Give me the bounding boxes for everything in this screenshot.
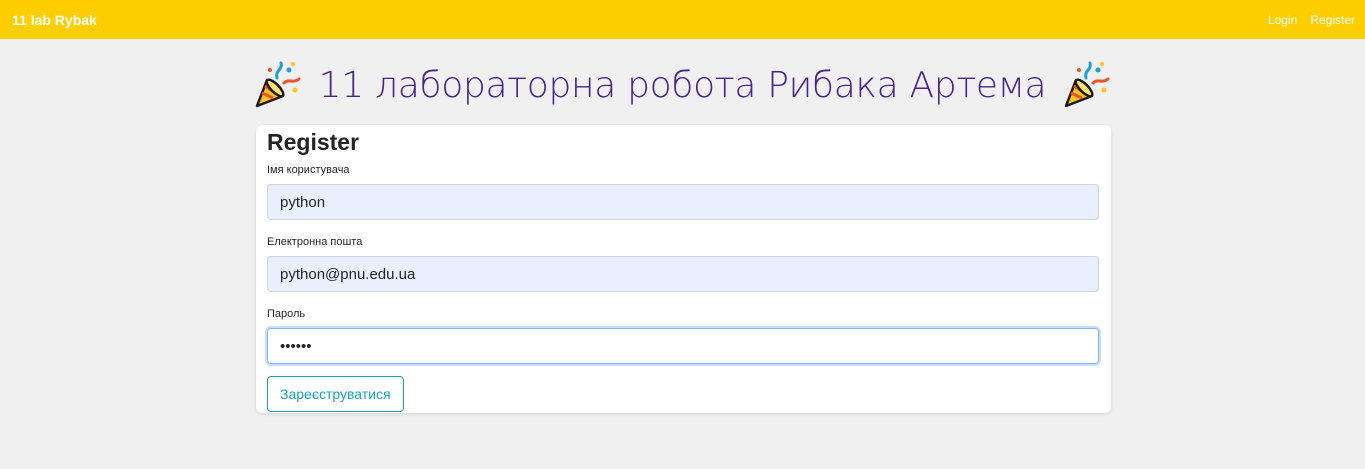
party-popper-icon [1065, 61, 1110, 108]
page-title: 11 лабораторна робота Рибака Артема [318, 64, 1047, 106]
nav-link-login[interactable]: Login [1268, 13, 1297, 27]
party-popper-icon [255, 61, 301, 108]
register-card: Register Імя користувача python Електрон… [256, 125, 1111, 413]
username-input[interactable]: python [267, 184, 1099, 220]
form-title: Register [267, 129, 360, 155]
nav-link-register[interactable]: Register [1310, 13, 1355, 27]
page-header: 11 лабораторна робота Рибака Артема [0, 58, 1365, 112]
register-submit-button[interactable]: Зареєструватися [267, 376, 404, 412]
password-label: Пароль [267, 308, 306, 320]
email-label: Електронна пошта [267, 236, 363, 248]
navbar: 11 lab Rybak Login Register [0, 0, 1365, 39]
username-label: Імя користувача [267, 164, 350, 176]
navbar-brand[interactable]: 11 lab Rybak [12, 12, 97, 28]
nav-links: Login Register [1268, 13, 1355, 27]
password-input[interactable]: •••••• [267, 328, 1099, 364]
email-input[interactable]: python@pnu.edu.ua [267, 256, 1099, 292]
